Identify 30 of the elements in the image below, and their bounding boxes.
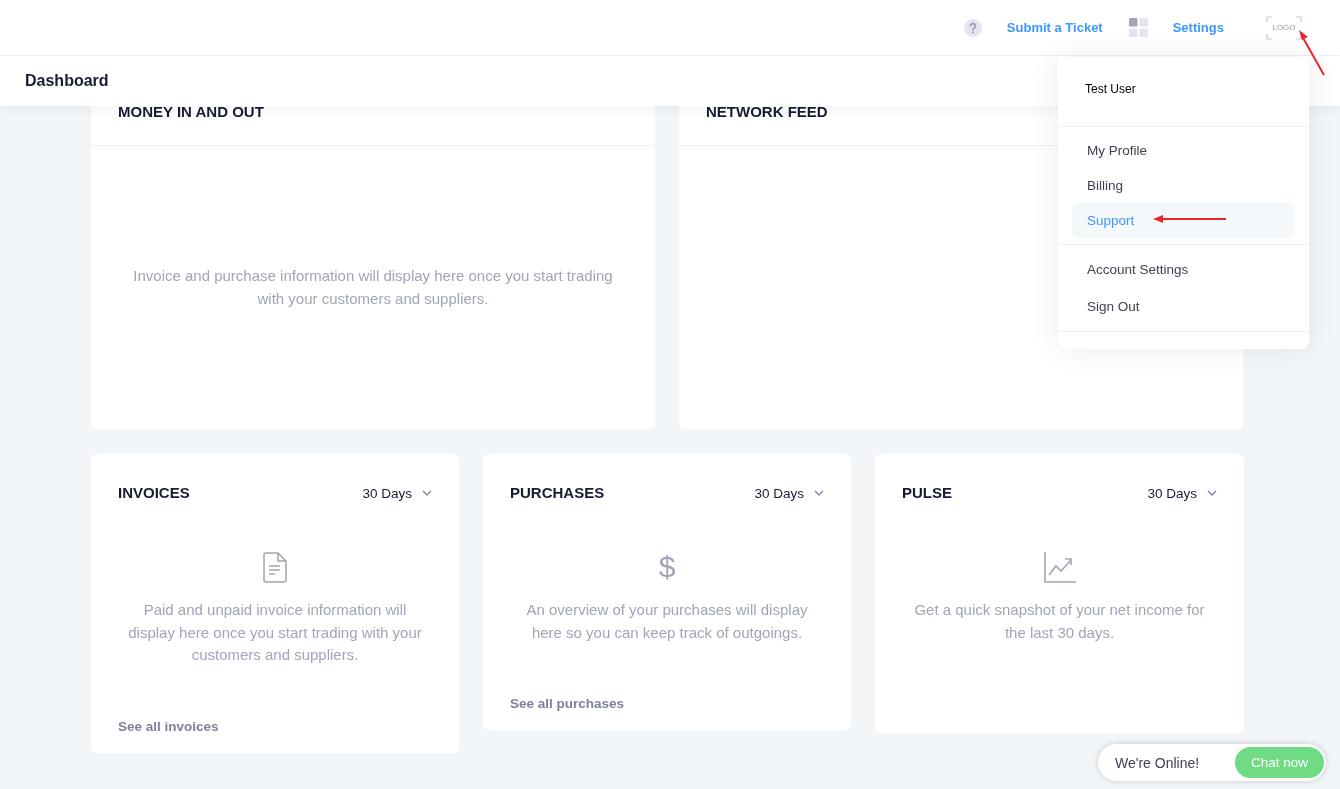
- dollar-icon: $: [658, 551, 676, 583]
- help-icon[interactable]: [963, 18, 982, 37]
- menu-item[interactable]: Billing: [1072, 168, 1295, 203]
- menu-item[interactable]: My Profile: [1072, 133, 1295, 168]
- see-all-link[interactable]: See all purchases: [510, 696, 625, 711]
- card-title: INVOICES: [118, 485, 190, 501]
- empty-state-message: An overview of your purchases will display here so you can keep track of outgoings.: [525, 600, 809, 643]
- page-title: Dashboard: [25, 72, 109, 90]
- card-title: MONEY IN AND OUT: [118, 104, 265, 120]
- empty-state-message: Invoice and purchase information will display here once you start trading with your customers and suppliers.: [132, 266, 614, 309]
- period-dropdown[interactable]: 30 Days: [362, 485, 432, 501]
- card-title: PURCHASES: [510, 485, 605, 501]
- period-dropdown[interactable]: 30 Days: [754, 485, 824, 501]
- chat-status: We're Online!: [1115, 754, 1200, 771]
- period-dropdown[interactable]: 30 Days: [1147, 485, 1217, 501]
- document-icon: [263, 551, 287, 583]
- apps-grid-icon[interactable]: [1128, 18, 1148, 37]
- menu-item[interactable]: Account Settings: [1072, 251, 1295, 288]
- see-all-link[interactable]: See all invoices: [118, 718, 219, 734]
- card-title: NETWORK FEED: [706, 104, 829, 120]
- chevron-down-icon: [1207, 490, 1217, 496]
- card-title: PULSE: [902, 485, 952, 501]
- chevron-down-icon: [814, 490, 824, 496]
- empty-state-message: Paid and unpaid invoice information will display here once you start trading with your customers and suppliers.: [127, 600, 423, 665]
- annotation-arrow: [1299, 30, 1325, 76]
- chevron-down-icon: [422, 490, 432, 496]
- empty-state-message: Get a quick snapshot of your net income for the last 30 days.: [913, 600, 1206, 643]
- menu-item[interactable]: Sign Out: [1072, 288, 1295, 325]
- line-chart-icon: [1043, 551, 1076, 583]
- user-name: Test User: [1085, 82, 1136, 96]
